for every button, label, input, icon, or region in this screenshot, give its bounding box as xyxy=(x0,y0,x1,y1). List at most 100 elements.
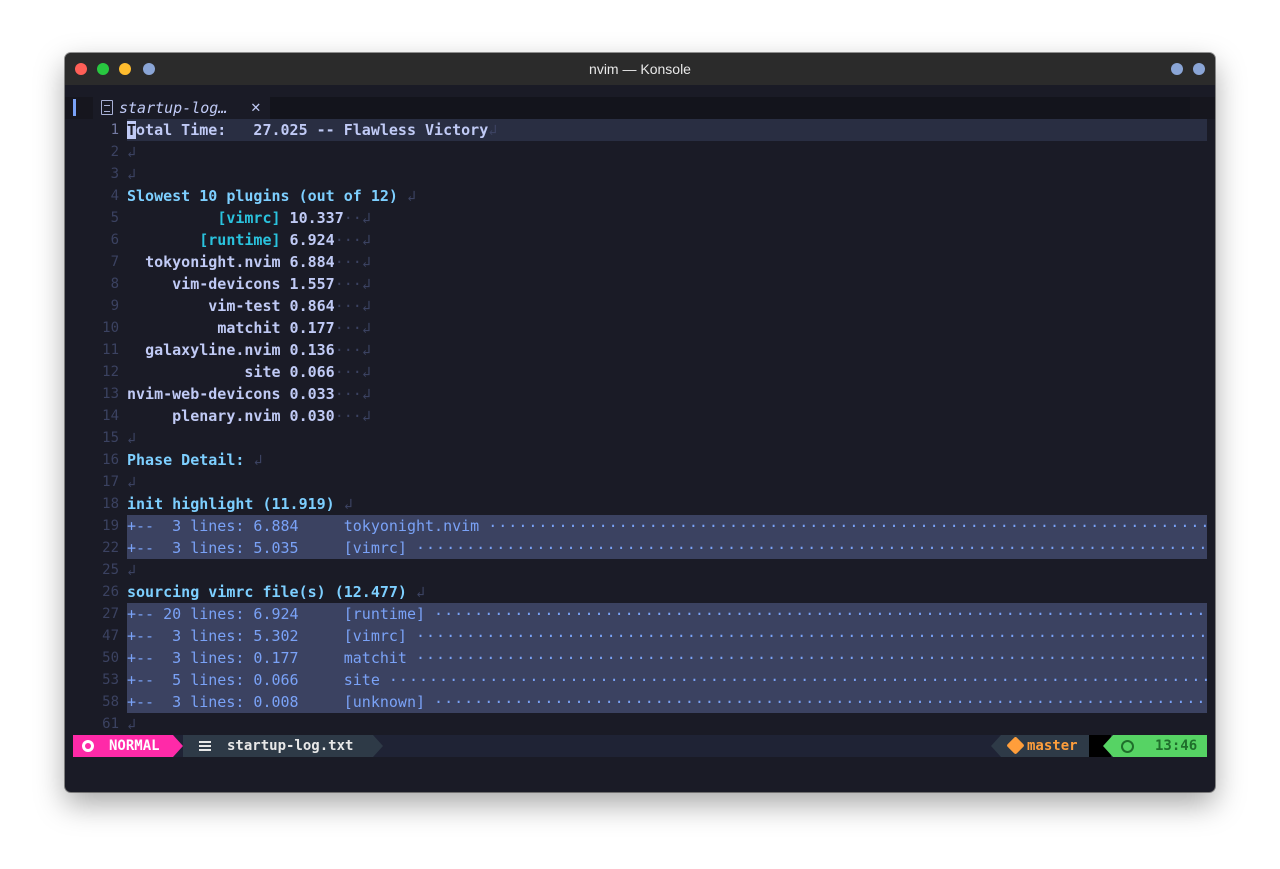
buffer-line[interactable]: 11 galaxyline.nvim 0.136···↲ xyxy=(65,339,1215,361)
section-heading: Slowest 10 plugins (out of 12) xyxy=(127,187,407,205)
plugin-time: 0.864 xyxy=(280,297,335,315)
tabline-fill xyxy=(270,97,1190,119)
eol-marker: ↲ xyxy=(343,495,353,513)
line-number: 26 xyxy=(102,584,119,600)
line-text: ↲ xyxy=(127,471,136,493)
eol-marker: ↲ xyxy=(127,561,137,579)
fold-marker[interactable]: +-- 3 lines: 0.177 matchit ·············… xyxy=(127,647,1207,669)
line-number: 2 xyxy=(110,144,119,160)
buffer-line[interactable]: 10 matchit 0.177···↲ xyxy=(65,317,1215,339)
line-number: 3 xyxy=(110,166,119,182)
buffer-line[interactable]: 18 init highlight (11.919) ↲ xyxy=(65,493,1215,515)
buffer-line[interactable]: 14 plenary.nvim 0.030···↲ xyxy=(65,405,1215,427)
line-number: 4 xyxy=(110,188,119,204)
plugin-name: nvim-web-devicons xyxy=(127,385,281,403)
line-number: 1 xyxy=(110,122,119,138)
line-number: 10 xyxy=(102,320,119,336)
buffer-line[interactable]: 26 sourcing vimrc file(s) (12.477) ↲ xyxy=(65,581,1215,603)
buffer-line[interactable]: 15 ↲ xyxy=(65,427,1215,449)
trailing-space-marker: ··· xyxy=(334,363,362,381)
mode-indicator: NORMAL xyxy=(73,735,173,757)
line-number: 15 xyxy=(102,430,119,446)
line-number: 47 xyxy=(102,628,119,644)
eol-marker: ↲ xyxy=(127,715,137,733)
line-text: nvim-web-devicons 0.033···↲ xyxy=(127,383,371,405)
buffer-line[interactable]: 5 [vimrc] 10.337··↲ xyxy=(65,207,1215,229)
plugin-name: vim-test xyxy=(208,297,281,315)
eol-marker: ↲ xyxy=(361,209,371,227)
line-text: site 0.066···↲ xyxy=(127,361,370,383)
fold-line[interactable]: 47 +-- 3 lines: 5.302 [vimrc] ···········… xyxy=(65,625,1215,647)
buffer-line[interactable]: 8 vim-devicons 1.557···↲ xyxy=(65,273,1215,295)
fold-marker[interactable]: +-- 3 lines: 6.884 tokyonight.nvim ·····… xyxy=(127,515,1207,537)
tab-startup-log[interactable]: startup-log… ✕ xyxy=(93,97,270,119)
fold-line[interactable]: 27 +-- 20 lines: 6.924 [runtime] ········… xyxy=(65,603,1215,625)
fold-line[interactable]: 53 +-- 5 lines: 0.066 site ··············… xyxy=(65,669,1215,691)
buffer-line[interactable]: 25 ↲ xyxy=(65,559,1215,581)
eol-marker: ↲ xyxy=(488,121,498,139)
window-options-button[interactable] xyxy=(1193,63,1205,75)
plugin-name: [vimrc] xyxy=(217,209,281,227)
fold-line[interactable]: 19 +-- 3 lines: 6.884 tokyonight.nvim ···… xyxy=(65,515,1215,537)
trailing-space-marker: ··· xyxy=(334,297,362,315)
buffer-line[interactable]: 1 Total Time: 27.025 -- Flawless Victory↲ xyxy=(65,119,1215,141)
line-text: tokyonight.nvim 6.884···↲ xyxy=(127,251,371,273)
fold-line[interactable]: 58 +-- 3 lines: 0.008 [unknown] ·········… xyxy=(65,691,1215,713)
buffer-line[interactable]: 61 ↲ xyxy=(65,713,1215,735)
fold-text: +-- 3 lines: 5.035 [vimrc] xyxy=(127,539,416,557)
fold-marker[interactable]: +-- 3 lines: 5.035 [vimrc] ·············… xyxy=(127,537,1207,559)
window-menu-button[interactable] xyxy=(1171,63,1183,75)
line-text: [vimrc] 10.337··↲ xyxy=(127,207,371,229)
buffer-line[interactable]: 3 ↲ xyxy=(65,163,1215,185)
tab-marker xyxy=(73,99,76,116)
buffer-line[interactable]: 9 vim-test 0.864···↲ xyxy=(65,295,1215,317)
clock-time: 13:46 xyxy=(1155,738,1198,754)
line-text: init highlight (11.919) ↲ xyxy=(127,493,353,515)
fold-fill: ········································… xyxy=(388,671,1207,689)
buffer-line[interactable]: 12 site 0.066···↲ xyxy=(65,361,1215,383)
trailing-space-marker: ··· xyxy=(334,341,362,359)
trailing-space-marker: ··· xyxy=(334,253,362,271)
clock-icon xyxy=(1121,740,1134,753)
fold-marker[interactable]: +-- 20 lines: 6.924 [runtime] ··········… xyxy=(127,603,1207,625)
fold-line[interactable]: 50 +-- 3 lines: 0.177 matchit ···········… xyxy=(65,647,1215,669)
line-content: otal Time: 27.025 -- Flawless Victory xyxy=(136,121,489,139)
eol-marker: ↲ xyxy=(361,275,371,293)
eol-marker: ↲ xyxy=(361,319,371,337)
line-number: 14 xyxy=(102,408,119,424)
document-icon xyxy=(101,100,113,115)
line-number: 8 xyxy=(110,276,119,292)
file-separator xyxy=(373,735,383,757)
time-separator xyxy=(1103,735,1113,757)
buffer-line[interactable]: 7 tokyonight.nvim 6.884···↲ xyxy=(65,251,1215,273)
eol-marker: ↲ xyxy=(361,231,371,249)
eol-marker: ↲ xyxy=(361,253,371,271)
time-section: 13:46 xyxy=(1113,735,1207,757)
close-icon[interactable]: ✕ xyxy=(251,97,261,116)
buffer-line[interactable]: 2 ↲ xyxy=(65,141,1215,163)
line-text: ↲ xyxy=(127,141,136,163)
trailing-space-marker: ··· xyxy=(334,319,362,337)
plugin-name: site xyxy=(244,363,281,381)
fold-line[interactable]: 22 +-- 3 lines: 5.035 [vimrc] ···········… xyxy=(65,537,1215,559)
line-number: 11 xyxy=(102,342,119,358)
fold-text: +-- 3 lines: 0.177 matchit xyxy=(127,649,416,667)
fold-marker[interactable]: +-- 3 lines: 0.008 [unknown] ···········… xyxy=(127,691,1207,713)
buffer-line[interactable]: 4 Slowest 10 plugins (out of 12) ↲ xyxy=(65,185,1215,207)
fold-marker[interactable]: +-- 5 lines: 0.066 site ················… xyxy=(127,669,1207,691)
buffer-line[interactable]: 17 ↲ xyxy=(65,471,1215,493)
line-number: 25 xyxy=(102,562,119,578)
fold-text: +-- 20 lines: 6.924 [runtime] xyxy=(127,605,435,623)
plugin-name: matchit xyxy=(217,319,281,337)
line-text: sourcing vimrc file(s) (12.477) ↲ xyxy=(127,581,425,603)
fold-marker[interactable]: +-- 3 lines: 5.302 [vimrc] ·············… xyxy=(127,625,1207,647)
buffer-line[interactable]: 6 [runtime] 6.924···↲ xyxy=(65,229,1215,251)
plugin-name: vim-devicons xyxy=(172,275,281,293)
line-text: Total Time: 27.025 -- Flawless Victory↲ xyxy=(127,119,497,141)
buffer-line[interactable]: 13 nvim-web-devicons 0.033···↲ xyxy=(65,383,1215,405)
line-text: vim-test 0.864···↲ xyxy=(127,295,371,317)
buffer-line[interactable]: 16 Phase Detail: ↲ xyxy=(65,449,1215,471)
